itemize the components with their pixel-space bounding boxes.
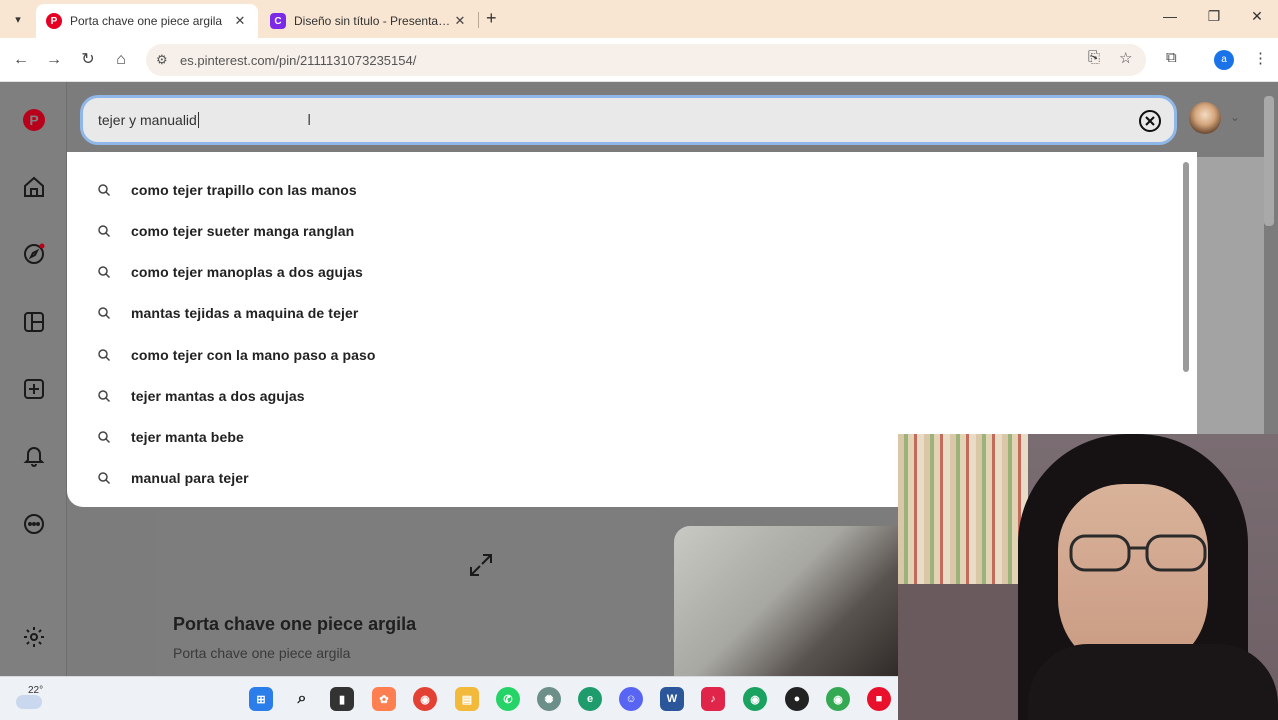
- canva-icon: C: [270, 13, 286, 29]
- related-pin-image[interactable]: [674, 526, 900, 676]
- file-explorer-icon[interactable]: ▤: [455, 687, 479, 711]
- close-tab-icon[interactable]: ✕: [452, 13, 468, 29]
- tiktok-icon[interactable]: ♪: [701, 687, 725, 711]
- browser-toolbar: ← → ↻ ⌂ ⚙ es.pinterest.com/pin/211113107…: [0, 38, 1278, 82]
- suggestion-item[interactable]: tejer mantas a dos agujas: [97, 382, 305, 410]
- suggestion-item[interactable]: como tejer trapillo con las manos: [97, 176, 357, 204]
- suggestion-label: mantas tejidas a maquina de tejer: [131, 305, 359, 321]
- expand-icon[interactable]: [468, 552, 494, 578]
- ibeam-cursor-icon: I: [307, 112, 312, 129]
- glasses-icon: [1069, 534, 1207, 572]
- word-icon[interactable]: W: [660, 687, 684, 711]
- pinterest-logo-icon[interactable]: P: [20, 106, 48, 134]
- cloud-icon: [16, 695, 42, 709]
- tab-search-chevron-icon[interactable]: ▾: [6, 8, 30, 30]
- suggestion-label: como tejer trapillo con las manos: [131, 182, 357, 198]
- bookmark-star-icon[interactable]: ☆: [1119, 49, 1132, 67]
- page-scrollbar[interactable]: [1264, 96, 1274, 226]
- suggestion-item[interactable]: como tejer sueter manga ranglan: [97, 217, 354, 245]
- site-info-icon[interactable]: ⚙: [156, 52, 174, 68]
- window-close-icon[interactable]: ✕: [1247, 8, 1267, 25]
- search-icon: [98, 307, 111, 320]
- home-icon[interactable]: [20, 173, 48, 201]
- tab-pinterest[interactable]: P Porta chave one piece argila ✕: [36, 4, 258, 38]
- reload-icon[interactable]: ↻: [77, 49, 99, 71]
- suggestion-label: como tejer sueter manga ranglan: [131, 223, 355, 239]
- suggestion-item[interactable]: como tejer manoplas a dos agujas: [97, 258, 363, 286]
- minimize-icon[interactable]: —: [1160, 8, 1180, 24]
- chrome-alt-icon[interactable]: ◉: [826, 687, 850, 711]
- chrome-icon[interactable]: ◉: [413, 687, 437, 711]
- tab-divider: [478, 12, 479, 28]
- scroll-thumb[interactable]: [1183, 162, 1189, 372]
- boards-icon[interactable]: [20, 308, 48, 336]
- address-bar[interactable]: ⚙ es.pinterest.com/pin/2111131073235154/: [146, 44, 1146, 76]
- chatgpt-icon[interactable]: ✺: [537, 687, 561, 711]
- suggestion-label: tejer manta bebe: [131, 429, 244, 445]
- account-chevron-down-icon[interactable]: ⌄: [1230, 110, 1240, 124]
- pin-description: Porta chave one piece argila: [173, 645, 351, 661]
- tab-canva[interactable]: C Diseño sin título - Presentación ✕: [260, 4, 478, 38]
- text-caret: [197, 112, 199, 128]
- suggestion-label: manual para tejer: [131, 470, 249, 486]
- back-icon[interactable]: ←: [10, 49, 32, 71]
- search-query-text: tejer y manualid: [98, 112, 197, 128]
- tab-title: Porta chave one piece argila: [70, 14, 223, 28]
- clear-search-icon[interactable]: [1138, 109, 1162, 133]
- windows-start-icon[interactable]: ⊞: [249, 687, 273, 711]
- pinterest-icon: P: [46, 13, 62, 29]
- person-shirt: [1028, 644, 1278, 720]
- search-icon: [98, 184, 111, 197]
- svg-text:P: P: [29, 112, 38, 128]
- search-icon: [98, 349, 111, 362]
- menu-kebab-icon[interactable]: ⋮: [1253, 49, 1268, 67]
- search-icon: [98, 390, 111, 403]
- user-avatar[interactable]: [1189, 102, 1221, 134]
- sidebar: P: [0, 82, 67, 676]
- pin-title: Porta chave one piece argila: [173, 614, 417, 634]
- recorder-icon[interactable]: ■: [867, 687, 891, 711]
- settings-gear-icon[interactable]: [20, 623, 48, 651]
- background-content: [1197, 157, 1264, 437]
- close-tab-icon[interactable]: ✕: [232, 13, 248, 29]
- suggestion-label: como tejer con la mano paso a paso: [131, 347, 376, 363]
- messages-icon[interactable]: [20, 510, 48, 538]
- search-icon: [98, 472, 111, 485]
- suggestion-item[interactable]: tejer manta bebe: [97, 423, 244, 451]
- suggestion-label: tejer mantas a dos agujas: [131, 388, 305, 404]
- tab-strip: ▾ P Porta chave one piece argila ✕ C Dis…: [0, 0, 1278, 38]
- extensions-icon[interactable]: ⧉: [1166, 49, 1177, 66]
- edge-icon[interactable]: e: [578, 687, 602, 711]
- whatsapp-icon[interactable]: ✆: [496, 687, 520, 711]
- profile-avatar[interactable]: a: [1214, 50, 1234, 70]
- restore-icon[interactable]: ❐: [1204, 8, 1224, 25]
- notifications-bell-icon[interactable]: [20, 442, 48, 470]
- suggestion-item[interactable]: como tejer con la mano paso a paso: [97, 341, 376, 369]
- discord-icon[interactable]: ☺: [619, 687, 643, 711]
- install-app-icon[interactable]: ⎘: [1088, 49, 1100, 66]
- new-tab-icon[interactable]: +: [486, 8, 497, 29]
- tab-title: Diseño sin título - Presentación: [294, 14, 452, 28]
- bookshelf: [898, 434, 1028, 584]
- search-icon[interactable]: ⌕: [290, 687, 314, 711]
- create-plus-icon[interactable]: [20, 375, 48, 403]
- suggestion-label: como tejer manoplas a dos agujas: [131, 264, 363, 280]
- home-icon[interactable]: ⌂: [110, 49, 132, 71]
- dropdown-scrollbar[interactable]: [1180, 154, 1192, 454]
- suggestion-item[interactable]: mantas tejidas a maquina de tejer: [97, 299, 358, 327]
- explore-compass-icon[interactable]: [20, 240, 48, 268]
- chrome-profile-icon[interactable]: ◉: [743, 687, 767, 711]
- search-icon: [98, 266, 111, 279]
- obs-icon[interactable]: ●: [785, 687, 809, 711]
- url-text: es.pinterest.com/pin/2111131073235154/: [180, 52, 417, 68]
- task-view-icon[interactable]: ▮: [330, 687, 354, 711]
- copilot-icon[interactable]: ✿: [372, 687, 396, 711]
- search-input[interactable]: tejer y manualid I: [80, 95, 1177, 145]
- webcam-overlay: [898, 434, 1278, 720]
- search-icon: [98, 431, 111, 444]
- search-icon: [98, 225, 111, 238]
- suggestion-item[interactable]: manual para tejer: [97, 464, 249, 492]
- forward-icon[interactable]: →: [43, 49, 65, 71]
